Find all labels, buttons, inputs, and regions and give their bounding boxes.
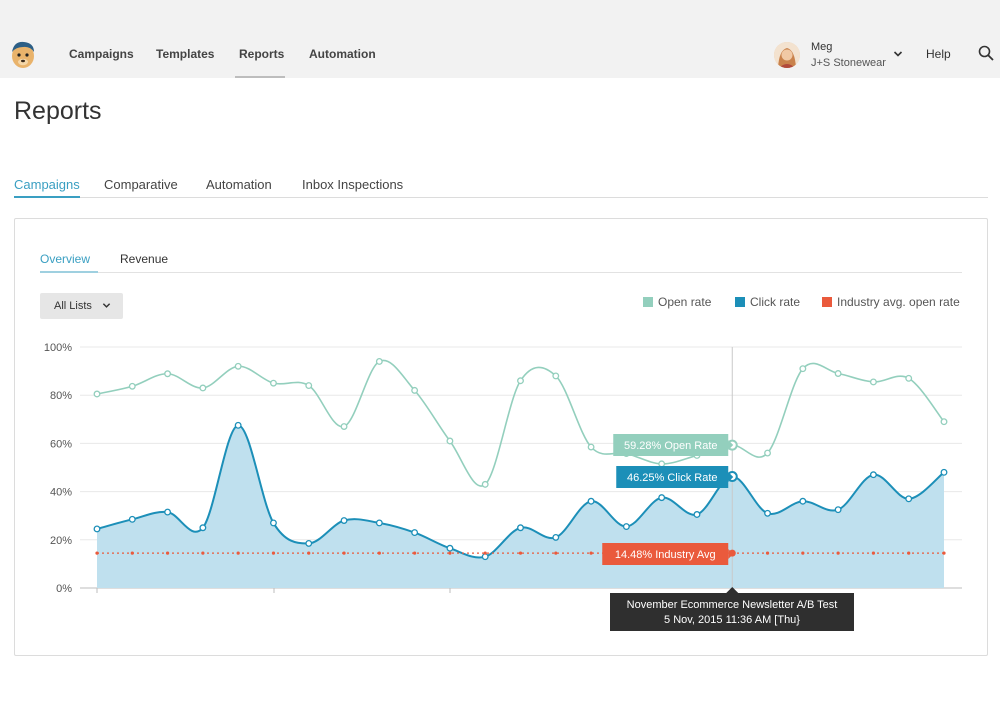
industry-avg-point [518,551,523,555]
click-rate-point [305,539,313,547]
industry-avg-point [271,551,276,555]
click-rate-area [97,425,944,588]
open-rate-point [552,372,560,380]
click-rate-point [658,494,666,502]
click-rate-point [270,519,277,527]
industry-avg-point [942,551,946,555]
open-rate-point [658,460,666,468]
y-tick-label: 20% [50,535,72,547]
open-rate-point [305,382,313,390]
click-rate-point [340,517,348,524]
industry-avg-point [236,551,240,555]
click-rate-point [128,515,136,523]
y-tick-label: 80% [50,390,72,402]
industry-avg-point [871,551,876,555]
y-tick-label: 40% [50,487,72,499]
click-rate-point [587,497,595,505]
open-rate-point [905,374,913,382]
open-rate-point [340,423,348,430]
industry-avg-point [95,551,99,555]
campaign-tooltip-date: 5 Nov, 2015 11:36 AM [Thu} [664,614,800,626]
click-rate-point [940,468,948,476]
click-rate-point [446,544,454,552]
industry-avg-point [589,551,593,555]
industry-avg-point [801,551,805,555]
industry-avg-point [448,551,452,555]
industry-avg-point [130,551,134,555]
open-rate-point [234,362,242,370]
click-rate-tooltip-label: 46.25% Click Rate [627,472,718,484]
click-rate-point [199,524,207,532]
open-rate-point [834,370,842,377]
click-rate-point [693,511,701,518]
open-rate-point [446,437,454,445]
click-rate-point [905,495,913,503]
click-rate-point [869,471,877,479]
click-rate-point [517,524,524,532]
open-rate-point [764,449,771,457]
open-rate-point [164,370,172,378]
open-rate-point [270,379,277,387]
open-rate-point [481,480,489,488]
open-rate-tooltip-label: 59.28% Open Rate [624,440,718,452]
click-rate-point [834,506,842,514]
open-rate-point [93,390,101,398]
open-rate-point [940,418,948,426]
open-rate-point [128,382,136,390]
click-rate-point [481,553,489,561]
y-tick-label: 0% [56,583,72,595]
open-rate-point [517,377,524,385]
click-rate-point [234,421,242,429]
industry-avg-point [554,551,558,555]
campaign-tooltip-title: November Ecommerce Newsletter A/B Test [627,599,838,611]
industry-avg-point [377,551,381,555]
y-tick-label: 60% [50,438,72,450]
open-rate-point [799,365,807,373]
industry-avg-point [201,551,205,555]
click-rate-point [799,497,807,505]
click-rate-point [764,509,771,517]
email-performance-chart: 0% 20% 40% 60% 80% 100% 59.28% Open Rate 46.25%… [44,342,962,631]
industry-avg-point [907,551,911,555]
click-rate-point [375,519,383,527]
industry-avg-point [307,551,311,555]
y-tick-label: 100% [44,342,72,354]
click-rate-point [93,525,101,533]
open-rate-point [587,443,595,451]
industry-avg-point [483,551,487,555]
industry-avg-tooltip-label: 14.48% Industry Avg [615,549,716,561]
open-rate-point [199,384,207,392]
open-rate-point [869,378,877,386]
industry-avg-point [413,551,417,555]
click-rate-point [164,508,172,516]
open-rate-point [411,386,419,394]
click-rate-point [552,533,560,541]
open-rate-point [375,358,383,365]
click-rate-point [411,529,419,537]
industry-avg-point [765,551,770,555]
click-rate-point [622,523,630,530]
industry-avg-point [342,551,346,555]
industry-avg-point [165,551,170,555]
industry-avg-point [836,551,840,555]
